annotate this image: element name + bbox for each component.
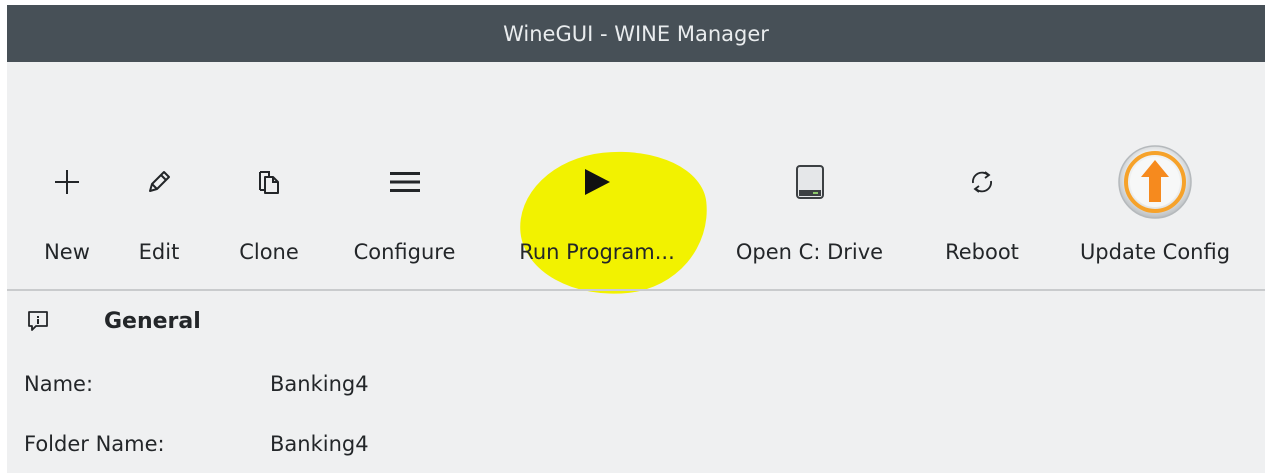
general-section-title: General	[104, 308, 201, 334]
drive-icon	[795, 165, 824, 199]
update-config-button-label: Update Config	[1079, 240, 1231, 264]
refresh-icon	[972, 171, 992, 193]
reboot-button-label: Reboot	[945, 240, 1019, 264]
window-title: WineGUI - WINE Manager	[503, 21, 769, 46]
menu-icon	[389, 172, 420, 192]
app-window: WineGUI - WINE Manager New Edit Clone Co…	[0, 0, 1272, 473]
edit-button[interactable]: Edit	[127, 152, 191, 282]
run-program-button[interactable]: Run Program...	[507, 152, 687, 282]
main-content: New Edit Clone Configure Run Program... …	[7, 62, 1265, 473]
general-section-header: General	[27, 305, 201, 337]
name-label: Name:	[24, 372, 94, 396]
name-value: Banking4	[270, 372, 369, 396]
open-c-drive-button-label: Open C: Drive	[735, 240, 884, 264]
info-icon	[28, 311, 48, 331]
configure-button-label: Configure	[353, 240, 456, 264]
pencil-icon	[149, 171, 170, 192]
toolbar: New Edit Clone Configure Run Program... …	[7, 62, 1265, 304]
clone-button[interactable]: Clone	[229, 152, 309, 282]
new-button-label: New	[44, 240, 90, 264]
update-config-button[interactable]: Update Config	[1065, 145, 1245, 282]
plus-icon	[55, 170, 79, 194]
title-bar[interactable]: WineGUI - WINE Manager	[7, 5, 1265, 62]
play-icon	[585, 169, 610, 195]
open-c-drive-button[interactable]: Open C: Drive	[727, 152, 892, 282]
update-arrow-icon	[1118, 145, 1192, 219]
copy-icon	[259, 171, 279, 194]
folder-name-value: Banking4	[270, 432, 369, 456]
new-button[interactable]: New	[35, 152, 99, 282]
toolbar-separator	[7, 289, 1265, 291]
run-program-button-label: Run Program...	[519, 240, 675, 264]
clone-button-label: Clone	[239, 240, 299, 264]
folder-name-label: Folder Name:	[24, 432, 165, 456]
reboot-button[interactable]: Reboot	[932, 152, 1032, 282]
configure-button[interactable]: Configure	[342, 152, 467, 282]
edit-button-label: Edit	[138, 240, 180, 264]
